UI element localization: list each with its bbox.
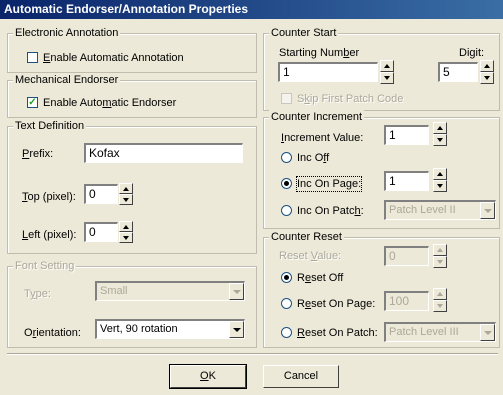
increment-value-label: Increment Value: <box>281 132 364 144</box>
reset-off-label[interactable]: Reset Off <box>297 271 343 285</box>
type-label: Type: <box>24 288 51 300</box>
spin-down-icon[interactable] <box>480 72 494 84</box>
digit-label: Digit: <box>459 47 485 59</box>
orientation-label: Orientation: <box>24 327 81 339</box>
title-bar: Automatic Endorser/Annotation Properties <box>0 0 503 19</box>
top-pixel-input[interactable]: 0 <box>84 184 118 204</box>
left-pixel-label: Left (pixel): <box>22 229 77 241</box>
spin-down-icon[interactable] <box>433 300 447 312</box>
enable-endorser-label[interactable]: Enable Automatic Endorser <box>43 96 176 110</box>
inc-on-patch-radio[interactable] <box>281 205 292 216</box>
left-pixel-spinner[interactable] <box>119 221 133 243</box>
reset-on-patch-select[interactable]: Patch Level III <box>384 322 496 342</box>
reset-value-label: Reset Value: <box>279 250 342 262</box>
spin-up-icon[interactable] <box>433 122 447 134</box>
group-title: Electronic Annotation <box>13 26 121 40</box>
spin-up-icon[interactable] <box>480 60 494 72</box>
spin-down-icon[interactable] <box>119 194 133 205</box>
starting-number-spinner[interactable] <box>380 60 394 85</box>
group-title: Text Definition <box>13 119 87 133</box>
inc-off-label[interactable]: Inc Off <box>297 151 329 165</box>
spin-down-icon[interactable] <box>433 256 447 268</box>
cancel-button[interactable]: Cancel <box>263 365 339 388</box>
spin-up-icon[interactable] <box>433 244 447 256</box>
chevron-down-icon <box>480 202 495 219</box>
chevron-down-icon <box>229 283 244 300</box>
inc-on-page-radio[interactable] <box>281 178 292 189</box>
starting-number-label: Starting Number <box>279 47 360 59</box>
dialog-window: Automatic Endorser/Annotation Properties… <box>0 0 503 395</box>
reset-on-page-radio[interactable] <box>281 298 292 309</box>
inc-on-page-label[interactable]: Inc On Page: <box>295 176 363 192</box>
spin-down-icon[interactable] <box>433 134 447 146</box>
spin-up-icon[interactable] <box>119 183 133 194</box>
digit-input[interactable]: 5 <box>438 62 478 82</box>
inc-off-radio[interactable] <box>281 152 292 163</box>
type-select[interactable]: Small <box>95 281 245 301</box>
reset-value-spinner[interactable] <box>433 244 447 269</box>
spin-up-icon[interactable] <box>119 221 133 232</box>
reset-on-patch-radio[interactable] <box>281 327 292 338</box>
reset-on-page-input[interactable]: 100 <box>384 291 429 311</box>
spin-up-icon[interactable] <box>380 60 394 72</box>
button-bar-divider <box>7 353 498 355</box>
spin-down-icon[interactable] <box>380 72 394 84</box>
spin-down-icon[interactable] <box>433 180 447 192</box>
group-title: Counter Start <box>269 26 339 40</box>
starting-number-input[interactable]: 1 <box>278 62 378 82</box>
prefix-input[interactable]: Kofax <box>84 143 243 163</box>
spin-up-icon[interactable] <box>433 288 447 300</box>
enable-endorser-checkbox[interactable]: ✓ <box>27 97 38 108</box>
reset-on-patch-label[interactable]: Reset On Patch: <box>297 326 378 340</box>
ok-button[interactable]: OK <box>169 364 247 389</box>
group-title: Mechanical Endorser <box>13 73 121 87</box>
increment-value-spinner[interactable] <box>433 122 447 147</box>
top-pixel-label: Top (pixel): <box>22 191 76 203</box>
skip-first-patch-label[interactable]: Skip First Patch Code <box>297 92 403 106</box>
inc-on-page-input[interactable]: 1 <box>384 171 429 191</box>
inc-on-page-spinner[interactable] <box>433 168 447 193</box>
spin-up-icon[interactable] <box>433 168 447 180</box>
enable-annotation-label[interactable]: Enable Automatic Annotation <box>43 51 184 65</box>
group-title: Counter Reset <box>269 230 344 244</box>
reset-value-input[interactable]: 0 <box>384 246 429 266</box>
digit-spinner[interactable] <box>480 60 494 85</box>
inc-on-patch-select[interactable]: Patch Level II <box>384 200 496 220</box>
left-pixel-input[interactable]: 0 <box>84 222 118 242</box>
enable-annotation-checkbox[interactable] <box>27 52 38 63</box>
reset-off-radio[interactable] <box>281 272 292 283</box>
spin-down-icon[interactable] <box>119 232 133 243</box>
chevron-down-icon <box>480 324 495 341</box>
top-pixel-spinner[interactable] <box>119 183 133 205</box>
group-title: Counter Increment <box>269 110 365 124</box>
inc-on-patch-label[interactable]: Inc On Patch: <box>297 204 364 218</box>
increment-value-input[interactable]: 1 <box>384 125 429 145</box>
reset-on-page-spinner[interactable] <box>433 288 447 313</box>
orientation-select[interactable]: Vert, 90 rotation <box>95 319 245 339</box>
prefix-label: Prefix: <box>22 148 54 160</box>
group-title: Font Setting <box>13 259 77 273</box>
reset-on-page-label[interactable]: Reset On Page: <box>297 297 375 311</box>
chevron-down-icon[interactable] <box>229 321 244 338</box>
skip-first-patch-checkbox[interactable] <box>281 93 292 104</box>
